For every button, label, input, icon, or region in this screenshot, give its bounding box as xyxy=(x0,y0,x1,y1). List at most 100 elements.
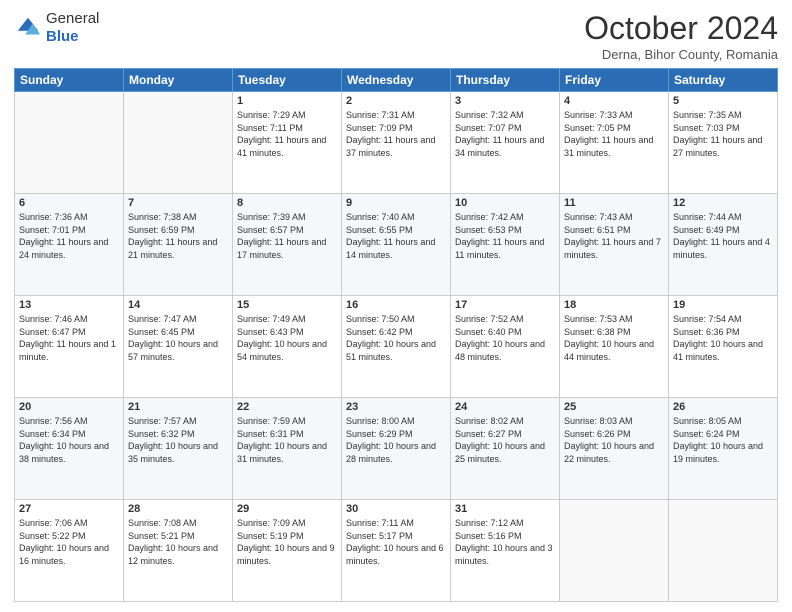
logo-text: General Blue xyxy=(46,10,99,46)
calendar-cell: 8 Sunrise: 7:39 AM Sunset: 6:57 PM Daylig… xyxy=(233,194,342,296)
calendar-cell: 21 Sunrise: 7:57 AM Sunset: 6:32 PM Dayli… xyxy=(124,398,233,500)
calendar-cell: 17 Sunrise: 7:52 AM Sunset: 6:40 PM Dayli… xyxy=(451,296,560,398)
calendar-cell xyxy=(15,92,124,194)
day-number: 4 xyxy=(564,95,664,107)
day-info: Sunrise: 7:31 AM Sunset: 7:09 PM Dayligh… xyxy=(346,109,446,159)
calendar-cell: 19 Sunrise: 7:54 AM Sunset: 6:36 PM Dayli… xyxy=(669,296,778,398)
calendar-cell: 28 Sunrise: 7:08 AM Sunset: 5:21 PM Dayli… xyxy=(124,500,233,602)
day-number: 17 xyxy=(455,299,555,311)
logo-icon xyxy=(14,14,42,42)
day-number: 1 xyxy=(237,95,337,107)
calendar: SundayMondayTuesdayWednesdayThursdayFrid… xyxy=(14,68,778,602)
day-number: 3 xyxy=(455,95,555,107)
day-info: Sunrise: 7:53 AM Sunset: 6:38 PM Dayligh… xyxy=(564,313,664,363)
day-info: Sunrise: 7:39 AM Sunset: 6:57 PM Dayligh… xyxy=(237,211,337,261)
day-info: Sunrise: 7:08 AM Sunset: 5:21 PM Dayligh… xyxy=(128,517,228,567)
day-number: 30 xyxy=(346,503,446,515)
day-number: 25 xyxy=(564,401,664,413)
header: General Blue October 2024 Derna, Bihor C… xyxy=(14,10,778,62)
day-number: 18 xyxy=(564,299,664,311)
day-info: Sunrise: 7:49 AM Sunset: 6:43 PM Dayligh… xyxy=(237,313,337,363)
day-info: Sunrise: 7:57 AM Sunset: 6:32 PM Dayligh… xyxy=(128,415,228,465)
day-number: 19 xyxy=(673,299,773,311)
calendar-cell: 5 Sunrise: 7:35 AM Sunset: 7:03 PM Daylig… xyxy=(669,92,778,194)
calendar-cell: 23Sunrise: 8:00 AM Sunset: 6:29 PM Dayli… xyxy=(342,398,451,500)
day-header-monday: Monday xyxy=(124,69,233,92)
calendar-header-row: SundayMondayTuesdayWednesdayThursdayFrid… xyxy=(15,69,778,92)
day-header-thursday: Thursday xyxy=(451,69,560,92)
day-info: Sunrise: 7:47 AM Sunset: 6:45 PM Dayligh… xyxy=(128,313,228,363)
day-info: Sunrise: 7:36 AM Sunset: 7:01 PM Dayligh… xyxy=(19,211,119,261)
day-info: Sunrise: 7:50 AM Sunset: 6:42 PM Dayligh… xyxy=(346,313,446,363)
calendar-cell: 24 Sunrise: 8:02 AM Sunset: 6:27 PM Dayli… xyxy=(451,398,560,500)
calendar-cell: 18 Sunrise: 7:53 AM Sunset: 6:38 PM Dayli… xyxy=(560,296,669,398)
day-number: 31 xyxy=(455,503,555,515)
day-info: Sunrise: 7:43 AM Sunset: 6:51 PM Dayligh… xyxy=(564,211,664,261)
calendar-cell: 20Sunrise: 7:56 AM Sunset: 6:34 PM Dayli… xyxy=(15,398,124,500)
day-header-tuesday: Tuesday xyxy=(233,69,342,92)
calendar-cell: 27Sunrise: 7:06 AM Sunset: 5:22 PM Dayli… xyxy=(15,500,124,602)
day-header-sunday: Sunday xyxy=(15,69,124,92)
day-number: 20 xyxy=(19,401,119,413)
logo-blue: Blue xyxy=(46,28,79,45)
day-info: Sunrise: 7:59 AM Sunset: 6:31 PM Dayligh… xyxy=(237,415,337,465)
day-number: 5 xyxy=(673,95,773,107)
day-number: 28 xyxy=(128,503,228,515)
calendar-cell: 15 Sunrise: 7:49 AM Sunset: 6:43 PM Dayli… xyxy=(233,296,342,398)
day-info: Sunrise: 7:46 AM Sunset: 6:47 PM Dayligh… xyxy=(19,313,119,363)
day-info: Sunrise: 7:54 AM Sunset: 6:36 PM Dayligh… xyxy=(673,313,773,363)
day-info: Sunrise: 7:32 AM Sunset: 7:07 PM Dayligh… xyxy=(455,109,555,159)
calendar-cell: 14Sunrise: 7:47 AM Sunset: 6:45 PM Dayli… xyxy=(124,296,233,398)
day-header-saturday: Saturday xyxy=(669,69,778,92)
calendar-cell: 7 Sunrise: 7:38 AM Sunset: 6:59 PM Daylig… xyxy=(124,194,233,296)
calendar-week-row: 1Sunrise: 7:29 AM Sunset: 7:11 PM Daylig… xyxy=(15,92,778,194)
day-number: 9 xyxy=(346,197,446,209)
day-info: Sunrise: 7:52 AM Sunset: 6:40 PM Dayligh… xyxy=(455,313,555,363)
day-info: Sunrise: 7:35 AM Sunset: 7:03 PM Dayligh… xyxy=(673,109,773,159)
day-info: Sunrise: 7:42 AM Sunset: 6:53 PM Dayligh… xyxy=(455,211,555,261)
day-number: 15 xyxy=(237,299,337,311)
day-number: 16 xyxy=(346,299,446,311)
day-number: 22 xyxy=(237,401,337,413)
calendar-cell: 29 Sunrise: 7:09 AM Sunset: 5:19 PM Dayli… xyxy=(233,500,342,602)
calendar-cell: 10Sunrise: 7:42 AM Sunset: 6:53 PM Dayli… xyxy=(451,194,560,296)
day-number: 8 xyxy=(237,197,337,209)
day-info: Sunrise: 7:12 AM Sunset: 5:16 PM Dayligh… xyxy=(455,517,555,567)
calendar-cell xyxy=(669,500,778,602)
day-number: 6 xyxy=(19,197,119,209)
calendar-cell: 26Sunrise: 8:05 AM Sunset: 6:24 PM Dayli… xyxy=(669,398,778,500)
calendar-cell: 31 Sunrise: 7:12 AM Sunset: 5:16 PM Dayli… xyxy=(451,500,560,602)
day-header-friday: Friday xyxy=(560,69,669,92)
day-number: 29 xyxy=(237,503,337,515)
day-info: Sunrise: 7:09 AM Sunset: 5:19 PM Dayligh… xyxy=(237,517,337,567)
day-info: Sunrise: 8:03 AM Sunset: 6:26 PM Dayligh… xyxy=(564,415,664,465)
day-header-wednesday: Wednesday xyxy=(342,69,451,92)
day-info: Sunrise: 8:00 AM Sunset: 6:29 PM Dayligh… xyxy=(346,415,446,465)
calendar-cell xyxy=(124,92,233,194)
calendar-cell: 3 Sunrise: 7:32 AM Sunset: 7:07 PM Daylig… xyxy=(451,92,560,194)
title-block: October 2024 Derna, Bihor County, Romani… xyxy=(584,10,778,62)
day-number: 24 xyxy=(455,401,555,413)
day-info: Sunrise: 8:05 AM Sunset: 6:24 PM Dayligh… xyxy=(673,415,773,465)
day-number: 21 xyxy=(128,401,228,413)
day-info: Sunrise: 7:44 AM Sunset: 6:49 PM Dayligh… xyxy=(673,211,773,261)
calendar-cell: 12 Sunrise: 7:44 AM Sunset: 6:49 PM Dayli… xyxy=(669,194,778,296)
day-number: 7 xyxy=(128,197,228,209)
day-info: Sunrise: 7:38 AM Sunset: 6:59 PM Dayligh… xyxy=(128,211,228,261)
calendar-cell: 13Sunrise: 7:46 AM Sunset: 6:47 PM Dayli… xyxy=(15,296,124,398)
day-number: 27 xyxy=(19,503,119,515)
calendar-week-row: 6 Sunrise: 7:36 AM Sunset: 7:01 PM Daylig… xyxy=(15,194,778,296)
page: General Blue October 2024 Derna, Bihor C… xyxy=(0,0,792,612)
calendar-cell: 25 Sunrise: 8:03 AM Sunset: 6:26 PM Dayli… xyxy=(560,398,669,500)
logo-general: General xyxy=(46,10,99,27)
calendar-cell: 2Sunrise: 7:31 AM Sunset: 7:09 PM Daylig… xyxy=(342,92,451,194)
calendar-week-row: 13Sunrise: 7:46 AM Sunset: 6:47 PM Dayli… xyxy=(15,296,778,398)
calendar-cell: 9 Sunrise: 7:40 AM Sunset: 6:55 PM Daylig… xyxy=(342,194,451,296)
day-info: Sunrise: 8:02 AM Sunset: 6:27 PM Dayligh… xyxy=(455,415,555,465)
calendar-cell: 30Sunrise: 7:11 AM Sunset: 5:17 PM Dayli… xyxy=(342,500,451,602)
calendar-week-row: 27Sunrise: 7:06 AM Sunset: 5:22 PM Dayli… xyxy=(15,500,778,602)
day-number: 12 xyxy=(673,197,773,209)
day-info: Sunrise: 7:40 AM Sunset: 6:55 PM Dayligh… xyxy=(346,211,446,261)
calendar-cell: 4Sunrise: 7:33 AM Sunset: 7:05 PM Daylig… xyxy=(560,92,669,194)
month-title: October 2024 xyxy=(584,10,778,47)
